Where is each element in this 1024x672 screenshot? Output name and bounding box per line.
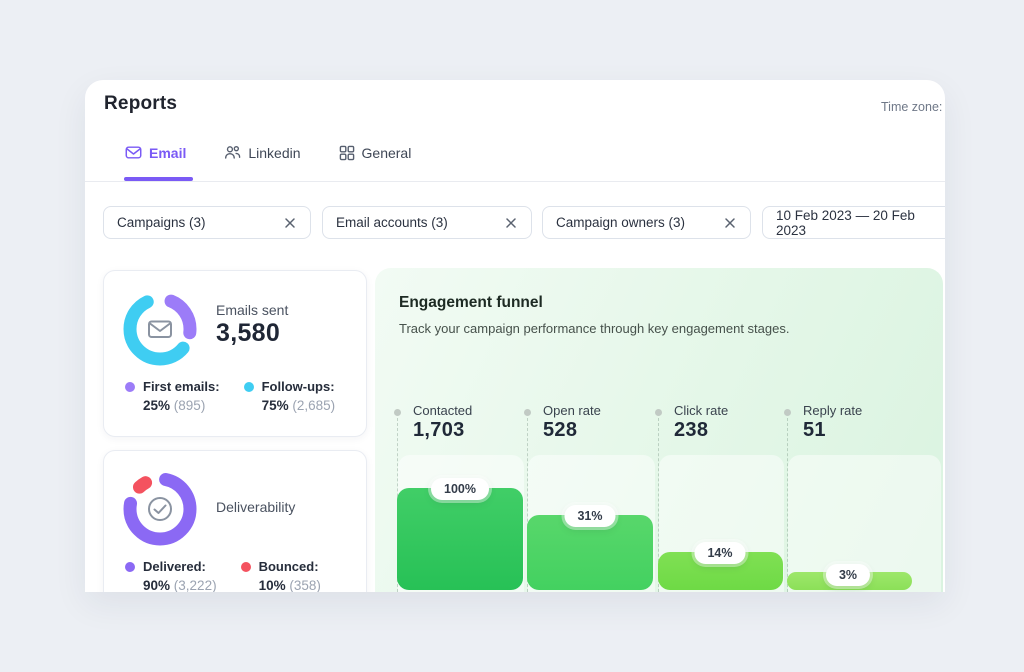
legend-first-emails: First emails: 25% (895) [125, 379, 220, 413]
tabs-divider [85, 181, 945, 182]
legend-bounced: Bounced: 10% (358) [241, 559, 321, 592]
emails-sent-card: Emails sent 3,580 First emails: 25% (895… [103, 270, 367, 437]
legend-bounced-count: (358) [289, 578, 321, 592]
stage-label-reply-rate: Reply rate [803, 403, 862, 418]
deliverability-legend: Delivered: 90% (3,222) Bounced: 10% (358… [125, 559, 321, 592]
stage-label-contacted: Contacted [413, 403, 472, 418]
tab-linkedin[interactable]: Linkedin [224, 144, 300, 161]
reports-page: { "page": { "title": "Reports", "timezon… [0, 0, 1024, 672]
emails-sent-legend: First emails: 25% (895) Follow-ups: 75% … [125, 379, 335, 413]
legend-dot-bounced [241, 562, 251, 572]
deliverability-label: Deliverability [216, 499, 295, 515]
legend-dot-delivered [125, 562, 135, 572]
emails-sent-value: 3,580 [216, 319, 280, 348]
stage-value-open-rate: 528 [543, 419, 577, 442]
legend-first-emails-count: (895) [174, 398, 206, 413]
active-tab-underline [124, 177, 193, 181]
tab-general-label: General [362, 145, 412, 161]
date-range-picker[interactable]: 10 Feb 2023 — 20 Feb 2023 [762, 206, 945, 239]
close-icon[interactable] [283, 216, 297, 230]
stage-dot-click-rate [655, 409, 662, 416]
legend-dot-first-emails [125, 382, 135, 392]
percent-badge-contacted: 100% [431, 478, 489, 500]
stage-dot-contacted [394, 409, 401, 416]
stage-value-reply-rate: 51 [803, 419, 826, 442]
deliverability-card: Deliverability Delivered: 90% (3,222) Bo… [103, 450, 367, 592]
filter-chip-email-accounts-label: Email accounts (3) [336, 215, 448, 230]
percent-badge-open-rate: 31% [564, 505, 615, 527]
date-range-label: 10 Feb 2023 — 20 Feb 2023 [776, 208, 944, 238]
legend-follow-ups-count: (2,685) [292, 398, 335, 413]
report-tabs: Email Linkedin G [125, 144, 411, 161]
check-circle-icon [149, 498, 171, 520]
filter-chip-campaign-owners-label: Campaign owners (3) [556, 215, 685, 230]
tab-linkedin-label: Linkedin [248, 145, 300, 161]
funnel-bar-contacted [397, 488, 523, 590]
legend-bounced-percent: 10% [259, 578, 286, 592]
emails-sent-label: Emails sent [216, 302, 288, 318]
filter-chip-campaigns-label: Campaigns (3) [117, 215, 206, 230]
close-icon[interactable] [504, 216, 518, 230]
legend-bounced-label: Bounced: [259, 559, 319, 574]
percent-badge-click-rate: 14% [694, 542, 745, 564]
envelope-icon [149, 322, 171, 338]
legend-delivered-count: (3,222) [174, 578, 217, 592]
legend-dot-follow-ups [244, 382, 254, 392]
engagement-funnel-panel: Engagement funnel Track your campaign pe… [375, 268, 943, 592]
email-envelope-icon [125, 144, 142, 161]
stage-label-open-rate: Open rate [543, 403, 601, 418]
stage-label-click-rate: Click rate [674, 403, 728, 418]
stage-dot-open-rate [524, 409, 531, 416]
filter-chip-campaigns[interactable]: Campaigns (3) [103, 206, 311, 239]
legend-follow-ups: Follow-ups: 75% (2,685) [244, 379, 336, 413]
percent-badge-reply-rate: 3% [826, 564, 870, 586]
legend-follow-ups-label: Follow-ups: [262, 379, 335, 394]
deliverability-donut-chart [120, 469, 200, 549]
filter-chip-email-accounts[interactable]: Email accounts (3) [322, 206, 532, 239]
legend-first-emails-percent: 25% [143, 398, 170, 413]
legend-delivered: Delivered: 90% (3,222) [125, 559, 217, 592]
stage-dot-reply-rate [784, 409, 791, 416]
page-title: Reports [104, 93, 177, 115]
funnel-subtitle: Track your campaign performance through … [399, 321, 789, 336]
stage-guide-line [787, 418, 788, 592]
grid-icon [339, 145, 355, 161]
stage-value-contacted: 1,703 [413, 419, 465, 442]
tab-general[interactable]: General [339, 145, 412, 161]
funnel-title: Engagement funnel [399, 294, 543, 312]
close-icon[interactable] [723, 216, 737, 230]
legend-delivered-percent: 90% [143, 578, 170, 592]
tab-email-label: Email [149, 145, 186, 161]
people-icon [224, 144, 241, 161]
legend-first-emails-label: First emails: [143, 379, 220, 394]
legend-follow-ups-percent: 75% [262, 398, 289, 413]
filter-chip-campaign-owners[interactable]: Campaign owners (3) [542, 206, 751, 239]
timezone-label: Time zone: [881, 100, 942, 114]
legend-delivered-label: Delivered: [143, 559, 206, 574]
tab-email[interactable]: Email [125, 144, 186, 161]
reports-card: Reports Time zone: Email Linkedin [85, 80, 945, 592]
emails-sent-donut-chart [120, 289, 200, 369]
stage-value-click-rate: 238 [674, 419, 708, 442]
